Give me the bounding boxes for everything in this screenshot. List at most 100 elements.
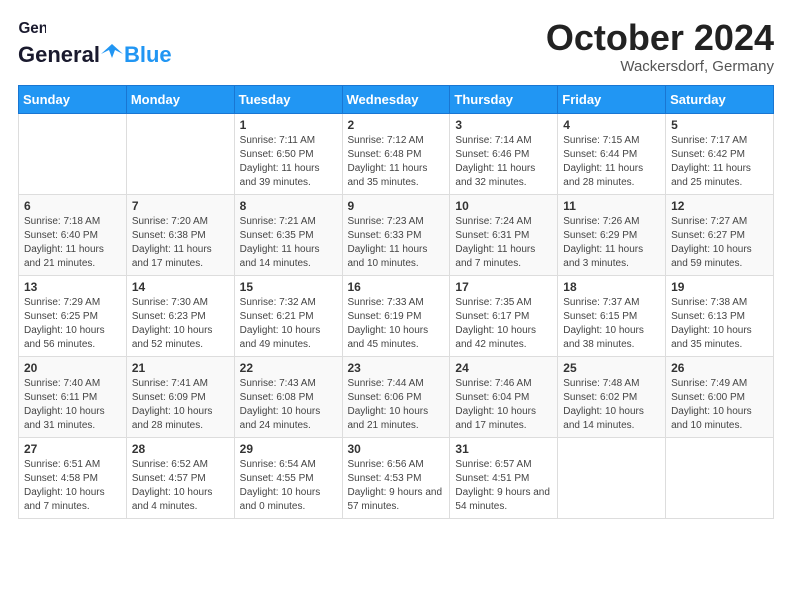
calendar-cell: 31 Sunrise: 6:57 AMSunset: 4:51 PMDayligh… <box>450 437 558 518</box>
calendar-cell: 30Sunrise: 6:56 AMSunset: 4:53 PMDayligh… <box>342 437 450 518</box>
calendar-cell: 28 Sunrise: 6:52 AMSunset: 4:57 PMDayligh… <box>126 437 234 518</box>
day-info: Sunrise: 7:21 AMSunset: 6:35 PMDaylight:… <box>240 215 337 271</box>
location: Wackersdorf, Germany <box>546 58 774 75</box>
day-info: Sunrise: 6:54 AMSunset: 4:55 PMDaylight:… <box>240 458 337 514</box>
day-number: 19 <box>671 280 768 294</box>
month-title: October 2024 <box>546 18 774 58</box>
day-info: Sunrise: 7:35 AMSunset: 6:17 PMDaylight:… <box>455 296 552 352</box>
day-number: 10 <box>455 199 552 213</box>
day-info: Sunrise: 7:11 AMSunset: 6:50 PMDaylight:… <box>240 134 337 190</box>
day-number: 16 <box>348 280 445 294</box>
day-number: 21 <box>132 361 229 375</box>
day-info: Sunrise: 7:41 AMSunset: 6:09 PMDaylight:… <box>132 377 229 433</box>
page: General General Blue October 2024 Wacker… <box>0 0 792 612</box>
calendar-cell: 8 Sunrise: 7:21 AMSunset: 6:35 PMDaylight… <box>234 194 342 275</box>
header: General General Blue October 2024 Wacker… <box>18 18 774 75</box>
day-number: 8 <box>240 199 337 213</box>
day-info: Sunrise: 6:51 AMSunset: 4:58 PMDaylight:… <box>24 458 121 514</box>
day-number: 18 <box>563 280 660 294</box>
logo: General General Blue <box>18 18 172 68</box>
calendar-cell: 19 Sunrise: 7:38 AMSunset: 6:13 PMDayligh… <box>666 275 774 356</box>
svg-text:General: General <box>18 20 46 37</box>
calendar-header-thursday: Thursday <box>450 85 558 113</box>
calendar-cell: 11Sunrise: 7:26 AMSunset: 6:29 PMDayligh… <box>558 194 666 275</box>
day-info: Sunrise: 7:27 AMSunset: 6:27 PMDaylight:… <box>671 215 768 271</box>
day-number: 20 <box>24 361 121 375</box>
calendar-week-row: 1 Sunrise: 7:11 AMSunset: 6:50 PMDaylight… <box>19 113 774 194</box>
calendar-cell: 4 Sunrise: 7:15 AMSunset: 6:44 PMDaylight… <box>558 113 666 194</box>
calendar-cell: 23Sunrise: 7:44 AMSunset: 6:06 PMDayligh… <box>342 356 450 437</box>
day-info: Sunrise: 6:56 AMSunset: 4:53 PMDaylight:… <box>348 458 445 514</box>
day-info: Sunrise: 7:17 AMSunset: 6:42 PMDaylight:… <box>671 134 768 190</box>
calendar-header-tuesday: Tuesday <box>234 85 342 113</box>
calendar-cell: 15 Sunrise: 7:32 AMSunset: 6:21 PMDayligh… <box>234 275 342 356</box>
day-info: Sunrise: 7:32 AMSunset: 6:21 PMDaylight:… <box>240 296 337 352</box>
day-number: 22 <box>240 361 337 375</box>
calendar-cell: 1 Sunrise: 7:11 AMSunset: 6:50 PMDaylight… <box>234 113 342 194</box>
day-number: 9 <box>348 199 445 213</box>
calendar-cell: 29 Sunrise: 6:54 AMSunset: 4:55 PMDayligh… <box>234 437 342 518</box>
day-number: 12 <box>671 199 768 213</box>
day-info: Sunrise: 7:18 AMSunset: 6:40 PMDaylight:… <box>24 215 121 271</box>
day-number: 3 <box>455 118 552 132</box>
calendar-week-row: 27 Sunrise: 6:51 AMSunset: 4:58 PMDayligh… <box>19 437 774 518</box>
calendar-cell: 20 Sunrise: 7:40 AMSunset: 6:11 PMDayligh… <box>19 356 127 437</box>
day-number: 1 <box>240 118 337 132</box>
day-info: Sunrise: 7:14 AMSunset: 6:46 PMDaylight:… <box>455 134 552 190</box>
day-info: Sunrise: 7:37 AMSunset: 6:15 PMDaylight:… <box>563 296 660 352</box>
day-number: 13 <box>24 280 121 294</box>
calendar-header-wednesday: Wednesday <box>342 85 450 113</box>
calendar-week-row: 20 Sunrise: 7:40 AMSunset: 6:11 PMDayligh… <box>19 356 774 437</box>
calendar-cell: 6 Sunrise: 7:18 AMSunset: 6:40 PMDaylight… <box>19 194 127 275</box>
day-info: Sunrise: 6:52 AMSunset: 4:57 PMDaylight:… <box>132 458 229 514</box>
calendar-header-friday: Friday <box>558 85 666 113</box>
calendar-week-row: 6 Sunrise: 7:18 AMSunset: 6:40 PMDaylight… <box>19 194 774 275</box>
day-number: 4 <box>563 118 660 132</box>
calendar-cell: 3 Sunrise: 7:14 AMSunset: 6:46 PMDaylight… <box>450 113 558 194</box>
calendar-cell: 2Sunrise: 7:12 AMSunset: 6:48 PMDaylight… <box>342 113 450 194</box>
calendar-header-sunday: Sunday <box>19 85 127 113</box>
day-info: Sunrise: 7:49 AMSunset: 6:00 PMDaylight:… <box>671 377 768 433</box>
logo-blue: Blue <box>124 42 172 68</box>
day-number: 6 <box>24 199 121 213</box>
day-info: Sunrise: 7:15 AMSunset: 6:44 PMDaylight:… <box>563 134 660 190</box>
calendar-cell: 9Sunrise: 7:23 AMSunset: 6:33 PMDaylight… <box>342 194 450 275</box>
calendar-cell: 22 Sunrise: 7:43 AMSunset: 6:08 PMDayligh… <box>234 356 342 437</box>
calendar-cell <box>19 113 127 194</box>
calendar-cell: 13Sunrise: 7:29 AMSunset: 6:25 PMDayligh… <box>19 275 127 356</box>
calendar-cell: 7 Sunrise: 7:20 AMSunset: 6:38 PMDaylight… <box>126 194 234 275</box>
day-info: Sunrise: 7:38 AMSunset: 6:13 PMDaylight:… <box>671 296 768 352</box>
calendar-cell: 24Sunrise: 7:46 AMSunset: 6:04 PMDayligh… <box>450 356 558 437</box>
calendar-cell: 10Sunrise: 7:24 AMSunset: 6:31 PMDayligh… <box>450 194 558 275</box>
day-number: 23 <box>348 361 445 375</box>
logo-icon: General <box>18 18 46 40</box>
day-number: 31 <box>455 442 552 456</box>
day-number: 29 <box>240 442 337 456</box>
day-number: 17 <box>455 280 552 294</box>
calendar-week-row: 13Sunrise: 7:29 AMSunset: 6:25 PMDayligh… <box>19 275 774 356</box>
calendar-cell <box>558 437 666 518</box>
day-number: 26 <box>671 361 768 375</box>
day-number: 15 <box>240 280 337 294</box>
day-info: Sunrise: 7:33 AMSunset: 6:19 PMDaylight:… <box>348 296 445 352</box>
calendar-cell: 17 Sunrise: 7:35 AMSunset: 6:17 PMDayligh… <box>450 275 558 356</box>
day-info: Sunrise: 6:57 AMSunset: 4:51 PMDaylight:… <box>455 458 552 514</box>
calendar-cell <box>666 437 774 518</box>
day-info: Sunrise: 7:46 AMSunset: 6:04 PMDaylight:… <box>455 377 552 433</box>
day-number: 5 <box>671 118 768 132</box>
day-info: Sunrise: 7:30 AMSunset: 6:23 PMDaylight:… <box>132 296 229 352</box>
day-number: 27 <box>24 442 121 456</box>
calendar-cell: 14Sunrise: 7:30 AMSunset: 6:23 PMDayligh… <box>126 275 234 356</box>
day-number: 7 <box>132 199 229 213</box>
day-info: Sunrise: 7:43 AMSunset: 6:08 PMDaylight:… <box>240 377 337 433</box>
calendar-cell: 12 Sunrise: 7:27 AMSunset: 6:27 PMDayligh… <box>666 194 774 275</box>
day-info: Sunrise: 7:40 AMSunset: 6:11 PMDaylight:… <box>24 377 121 433</box>
day-info: Sunrise: 7:20 AMSunset: 6:38 PMDaylight:… <box>132 215 229 271</box>
title-area: October 2024 Wackersdorf, Germany <box>546 18 774 75</box>
calendar-header-row: SundayMondayTuesdayWednesdayThursdayFrid… <box>19 85 774 113</box>
calendar-cell: 26 Sunrise: 7:49 AMSunset: 6:00 PMDayligh… <box>666 356 774 437</box>
day-number: 2 <box>348 118 445 132</box>
calendar-cell: 18 Sunrise: 7:37 AMSunset: 6:15 PMDayligh… <box>558 275 666 356</box>
calendar-cell: 25Sunrise: 7:48 AMSunset: 6:02 PMDayligh… <box>558 356 666 437</box>
day-number: 28 <box>132 442 229 456</box>
